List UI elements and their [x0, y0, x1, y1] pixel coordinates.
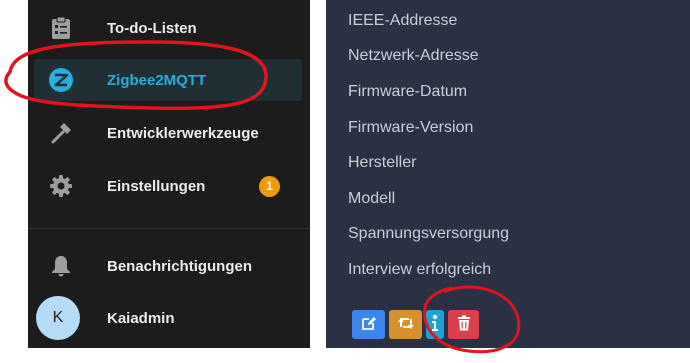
sidebar-item-developer-tools[interactable]: Entwicklerwerkzeuge: [34, 112, 302, 154]
sidebar-item-label: Kaiadmin: [107, 309, 175, 327]
sidebar: To-do-Listen Zigbee2MQTT Entwicklerwerkz…: [28, 0, 333, 348]
sidebar-item-label: Zigbee2MQTT: [107, 71, 207, 89]
sidebar-item-settings[interactable]: Einstellungen 1: [34, 165, 302, 207]
sidebar-item-label: Benachrichtigungen: [107, 257, 253, 275]
attribute-label: Netzwerk-Adresse: [348, 47, 479, 64]
info-button[interactable]: [426, 310, 444, 339]
attribute-label: IEEE-Addresse: [348, 12, 458, 29]
reconfigure-button[interactable]: [389, 310, 422, 339]
sidebar-divider: [28, 228, 310, 229]
attribute-label: Hersteller: [348, 154, 417, 171]
attribute-label: Spannungsversorgung: [348, 225, 510, 242]
delete-button[interactable]: [448, 310, 479, 339]
bell-icon: [48, 253, 74, 279]
attribute-label: Modell: [348, 190, 396, 207]
sidebar-item-label: Entwicklerwerkzeuge: [107, 124, 259, 142]
edit-icon: [361, 315, 377, 334]
avatar: K: [36, 296, 80, 340]
retweet-icon: [397, 316, 415, 333]
clipboard-list-icon: [48, 15, 74, 41]
sidebar-item-user[interactable]: K Kaiadmin: [34, 296, 302, 340]
info-icon: [431, 314, 439, 335]
attribute-label: Firmware-Datum: [348, 83, 468, 100]
sidebar-item-notifications[interactable]: Benachrichtigungen: [34, 245, 302, 287]
sidebar-item-zigbee2mqtt[interactable]: Zigbee2MQTT: [34, 59, 302, 101]
attribute-label: Interview erfolgreich: [348, 261, 492, 278]
device-info-panel: IEEE-Addresse Netzwerk-Adresse Firmware-…: [326, 0, 690, 348]
edit-button[interactable]: [352, 310, 385, 339]
sidebar-item-label: Einstellungen: [107, 177, 206, 195]
notification-badge: 1: [259, 175, 280, 197]
trash-icon: [457, 315, 471, 334]
sidebar-item-label: To-do-Listen: [107, 19, 197, 37]
zigbee-icon: [48, 67, 74, 93]
sidebar-item-todo-lists[interactable]: To-do-Listen: [34, 7, 302, 49]
gear-icon: [48, 173, 74, 199]
hammer-icon: [48, 120, 74, 146]
attribute-label: Firmware-Version: [348, 119, 474, 136]
